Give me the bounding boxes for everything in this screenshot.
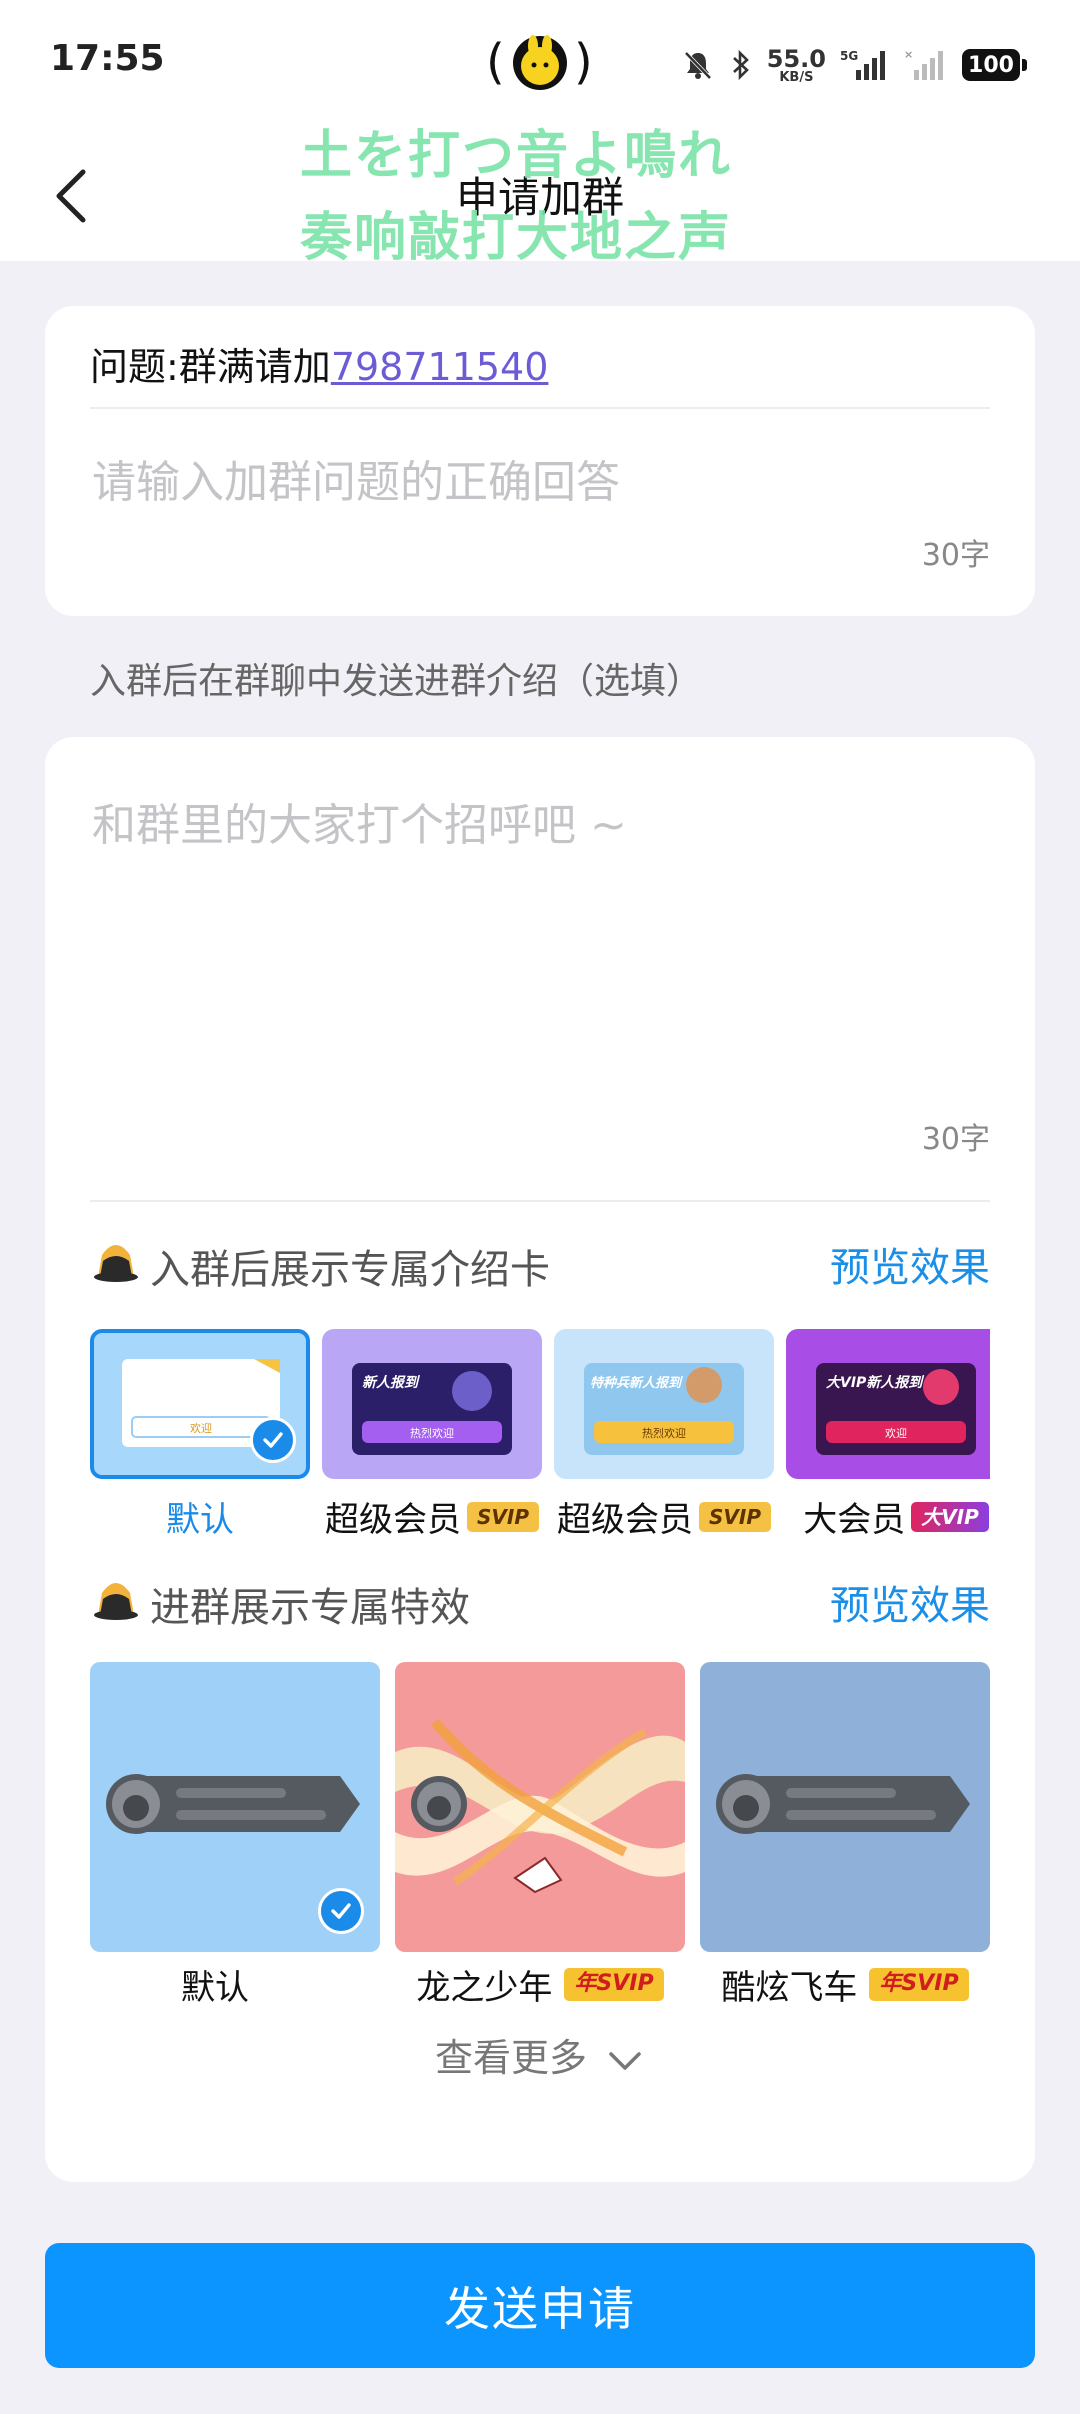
effect-thumb [700,1662,990,1952]
bigvip-badge: 大VIP [911,1501,989,1532]
answer-char-limit: 30字 [921,538,990,573]
intro-card-option-label: 默认 [166,1500,234,1540]
effect-option-label: 龙之少年 年SVIP [395,1960,685,2009]
effect-thumb [395,1662,685,1952]
svip-badge: SVIP [699,1501,771,1532]
selected-check-icon [250,1417,296,1463]
question-link-number[interactable]: 798711540 [331,345,549,389]
svg-text:5G: 5G [840,49,858,63]
intro-cards-title: 入群后展示专属介绍卡 [150,1247,550,1293]
mute-bell-icon [684,51,712,80]
annual-svip-badge: 年SVIP [869,1968,969,2001]
effect-option-default[interactable]: 默认 [90,1662,380,2008]
intro-card-options: 欢迎 默认 新人报到 热烈欢迎 超级会员 SVIP 特种兵新人报到 热烈欢迎 超… [90,1329,990,1559]
dragon-effect-preview [395,1718,685,1894]
svg-text:): ) [574,34,593,90]
intro-card-thumb: 欢迎 [90,1329,310,1479]
bluetooth-icon [732,49,749,81]
svg-text:热烈欢迎: 热烈欢迎 [410,1426,454,1440]
intro-char-limit: 30字 [921,1122,990,1157]
svg-text:×: × [904,48,913,61]
crown-hat-icon [94,1245,138,1282]
question-card: 问题:群满请加798711540 30字 [45,306,1035,616]
status-time: 17:55 [50,38,165,79]
app-logo-icon: ( ) [486,34,593,90]
intro-card-option-bigvip[interactable]: 大VIP新人报到 欢迎 大会员 大VIP [786,1329,990,1559]
effect-bubble-preview [106,1774,360,1834]
bigvip-card-preview: 大VIP新人报到 欢迎 [816,1363,976,1455]
intro-card-option-label: 超级会员 SVIP [544,1492,784,1541]
intro-section-label: 入群后在群聊中发送进群介绍（选填） [90,661,703,702]
effect-options: 默认 龙之少年 年SVIP 酷炫飞车 年SVIP [90,1662,990,2008]
svg-text:特种兵新人报到: 特种兵新人报到 [590,1375,683,1391]
svip-badge: SVIP [467,1501,539,1532]
crown-hat-icon [94,1583,138,1620]
svg-text:新人报到: 新人报到 [362,1374,421,1391]
question-text: 问题:群满请加798711540 [90,336,548,391]
svip-card-preview: 新人报到 热烈欢迎 [352,1363,512,1455]
divider [90,1200,990,1202]
status-bar: 17:55 ( ) 55.0 KB/S 5G × 100 [0,0,1080,126]
intro-card: 30字 入群后展示专属介绍卡 预览效果 欢迎 默 [45,737,1035,2182]
signal-5g-icon: 5G [840,49,885,80]
effect-thumb [90,1662,380,1952]
effect-option-dragon[interactable]: 龙之少年 年SVIP [395,1662,685,2008]
answer-input[interactable] [90,456,994,509]
intro-card-option-label: 超级会员 SVIP [312,1492,552,1541]
svg-text:欢迎: 欢迎 [190,1421,212,1435]
effect-option-label: 默认 [181,1968,249,2008]
effect-option-racer[interactable]: 酷炫飞车 年SVIP [700,1662,990,2008]
effect-bubble-preview [716,1774,970,1834]
lyrics-line-2: 奏响敲打大地之声 [300,208,733,268]
svg-text:热烈欢迎: 热烈欢迎 [642,1426,686,1440]
intro-card-thumb: 新人报到 热烈欢迎 [322,1329,542,1479]
svip-soldier-card-preview: 特种兵新人报到 热烈欢迎 [584,1363,744,1455]
net-speed: 55.0 KB/S [766,44,826,85]
svg-text:(: ( [486,34,505,90]
battery-icon: 100 [962,49,1027,81]
intro-card-option-default[interactable]: 欢迎 默认 [90,1329,310,1559]
intro-card-option-svip-2[interactable]: 特种兵新人报到 热烈欢迎 超级会员 SVIP [554,1329,774,1559]
intro-cards-header: 入群后展示专属介绍卡 预览效果 [90,1229,990,1293]
annual-svip-badge: 年SVIP [564,1968,664,2001]
status-icons: 55.0 KB/S 5G × 100 [681,40,1027,90]
chevron-down-icon [609,2051,641,2070]
effect-option-label: 酷炫飞车 年SVIP [700,1960,990,2009]
question-label: 问题:群满请加 [90,345,331,389]
intro-card-thumb: 大VIP新人报到 欢迎 [786,1329,990,1479]
svg-text:大VIP新人报到: 大VIP新人报到 [826,1374,925,1391]
effects-header: 进群展示专属特效 预览效果 [90,1567,990,1631]
divider [90,407,990,409]
intro-textarea[interactable] [90,787,994,1051]
intro-card-thumb: 特种兵新人报到 热烈欢迎 [554,1329,774,1479]
intro-cards-preview-link[interactable]: 预览效果 [830,1235,990,1293]
svg-text:欢迎: 欢迎 [885,1426,907,1440]
view-more-link[interactable]: 查看更多 [45,2027,1035,2082]
floating-lyrics: 土を打つ音よ鳴れ 奏响敲打大地之声 [300,115,780,279]
signal-weak-icon: × [904,48,943,80]
intro-card-option-svip-1[interactable]: 新人报到 热烈欢迎 超级会员 SVIP [322,1329,542,1559]
selected-check-icon [318,1888,364,1934]
send-application-button[interactable]: 发送申请 [45,2243,1035,2368]
effects-title: 进群展示专属特效 [150,1585,470,1631]
lyrics-line-1: 土を打つ音よ鳴れ [300,126,733,186]
intro-card-option-label: 大会员 大VIP [776,1492,990,1541]
effects-preview-link[interactable]: 预览效果 [830,1573,990,1631]
